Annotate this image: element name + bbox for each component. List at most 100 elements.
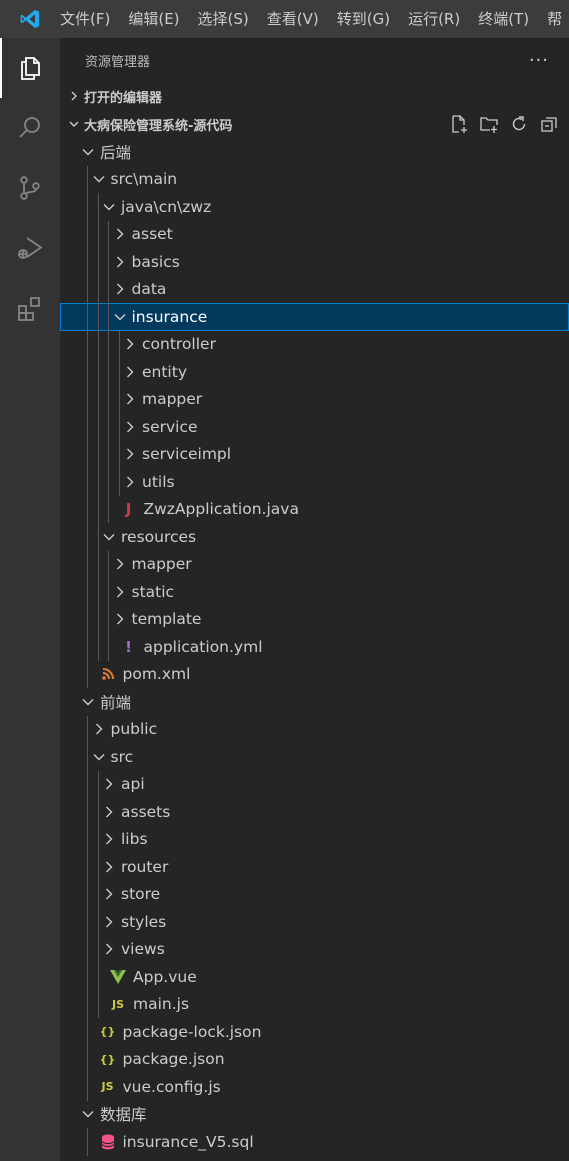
vscode-logo-icon [0,0,60,38]
tree-folder[interactable]: resources [60,523,569,551]
tree-folder[interactable]: src [60,743,569,771]
indent-guide [97,880,99,908]
tree-folder[interactable]: public [60,715,569,743]
open-editors-section[interactable]: 打开的编辑器 [60,82,569,110]
indent-guide [87,385,88,413]
tree-folder[interactable]: mapper [60,550,569,578]
tree-file[interactable]: JS vue.config.js [60,1073,569,1101]
tree-folder[interactable]: src\main [60,165,569,193]
extensions-icon [18,297,40,321]
tree-item-label: resources [121,527,197,546]
tree-folder[interactable]: api [60,770,569,798]
indent-guide [87,1128,88,1156]
indent-guide [108,330,109,358]
tree-file[interactable]: ! application.yml [60,633,569,661]
tree-folder[interactable]: assets [60,798,569,826]
tree-folder[interactable]: template [60,605,569,633]
tree-folder[interactable]: store [60,880,569,908]
indent-guide [87,275,88,303]
tree-file[interactable]: insurance_V5.sql [60,1128,569,1156]
indent-guide [97,825,99,853]
indent-guide [87,248,88,276]
refresh-icon[interactable] [507,112,531,136]
tree-folder[interactable]: controller [60,330,569,358]
indent-guide [97,330,99,358]
tree-folder[interactable]: java\cn\zwz [60,193,569,221]
menu-item[interactable]: 转到(G) [328,0,399,38]
tree-folder[interactable]: static [60,578,569,606]
json-file-icon: {} [99,1025,116,1039]
menu-item[interactable]: 帮 [538,0,569,38]
chevron-right-icon [64,90,84,102]
menu-item[interactable]: 查看(V) [258,0,328,38]
menu-item[interactable]: 选择(S) [189,0,258,38]
menu-item[interactable]: 运行(R) [399,0,469,38]
extensions-activity-button[interactable] [0,278,60,338]
tree-folder[interactable]: data [60,275,569,303]
tree-folder[interactable]: asset [60,220,569,248]
tree-folder[interactable]: 数据库 [60,1101,569,1129]
open-editors-label: 打开的编辑器 [84,90,163,106]
tree-file[interactable]: {} package-lock.json [60,1018,569,1046]
tree-file[interactable]: pom.xml [60,660,569,688]
workspace-section[interactable]: 大病保险管理系统-源代码 [60,110,569,138]
indent-guide [97,798,99,826]
more-actions-icon[interactable]: ··· [529,50,549,71]
js-file-icon: JS [101,1080,114,1094]
new-file-icon[interactable] [447,112,471,136]
tree-item-label: service [142,417,198,436]
indent-guide [108,495,109,523]
source-control-icon [20,176,40,200]
tree-item-label: static [131,582,175,601]
tree-folder[interactable]: service [60,413,569,441]
tree-folder[interactable]: serviceimpl [60,440,569,468]
menu-item[interactable]: 文件(F) [60,0,119,38]
yml-file-icon: ! [125,637,132,656]
tree-folder[interactable]: insurance [60,303,569,331]
tree-item-label: assets [121,802,171,821]
tree-file[interactable]: {} package.json [60,1045,569,1073]
tree-item-label: utils [142,472,175,491]
tree-item-label: java\cn\zwz [121,197,212,216]
tree-file[interactable]: J ZwzApplication.java [60,495,569,523]
chevron-right-icon [122,336,138,352]
chevron-right-icon [101,804,117,820]
tree-file[interactable]: JS main.js [60,990,569,1018]
collapse-all-icon[interactable] [537,112,561,136]
tree-folder[interactable]: styles [60,908,569,936]
tree-folder[interactable]: router [60,853,569,881]
tree-item-label: main.js [133,995,190,1014]
tree-folder[interactable]: entity [60,358,569,386]
tree-folder[interactable]: libs [60,825,569,853]
menu-item[interactable]: 编辑(E) [119,0,188,38]
tree-folder[interactable]: basics [60,248,569,276]
indent-guide [108,248,109,276]
explorer-activity-button[interactable] [0,38,60,98]
chevron-right-icon [101,914,117,930]
chevron-down-icon [80,694,96,710]
tree-folder[interactable]: 后端 [60,138,569,166]
indent-guide [87,193,88,221]
tree-folder[interactable]: mapper [60,385,569,413]
indent-guide [87,495,88,523]
js-file-icon: JS [111,997,124,1011]
search-activity-button[interactable] [0,98,60,158]
tree-file[interactable]: App.vue [60,963,569,991]
indent-guide [97,385,99,413]
explorer-title: 资源管理器 [85,54,151,70]
tree-item-label: src\main [110,170,178,189]
chevron-down-icon [112,309,128,325]
indent-guide [87,743,88,771]
sql-file-icon [99,1133,117,1151]
menu-item[interactable]: 终端(T) [469,0,538,38]
indent-guide [87,853,88,881]
tree-folder[interactable]: 前端 [60,688,569,716]
tree-folder[interactable]: views [60,935,569,963]
new-folder-icon[interactable] [477,112,501,136]
indent-guide [87,798,88,826]
indent-guide [87,468,88,496]
indent-guide [118,330,120,358]
run-debug-activity-button[interactable] [0,218,60,278]
source-control-activity-button[interactable] [0,158,60,218]
tree-folder[interactable]: utils [60,468,569,496]
